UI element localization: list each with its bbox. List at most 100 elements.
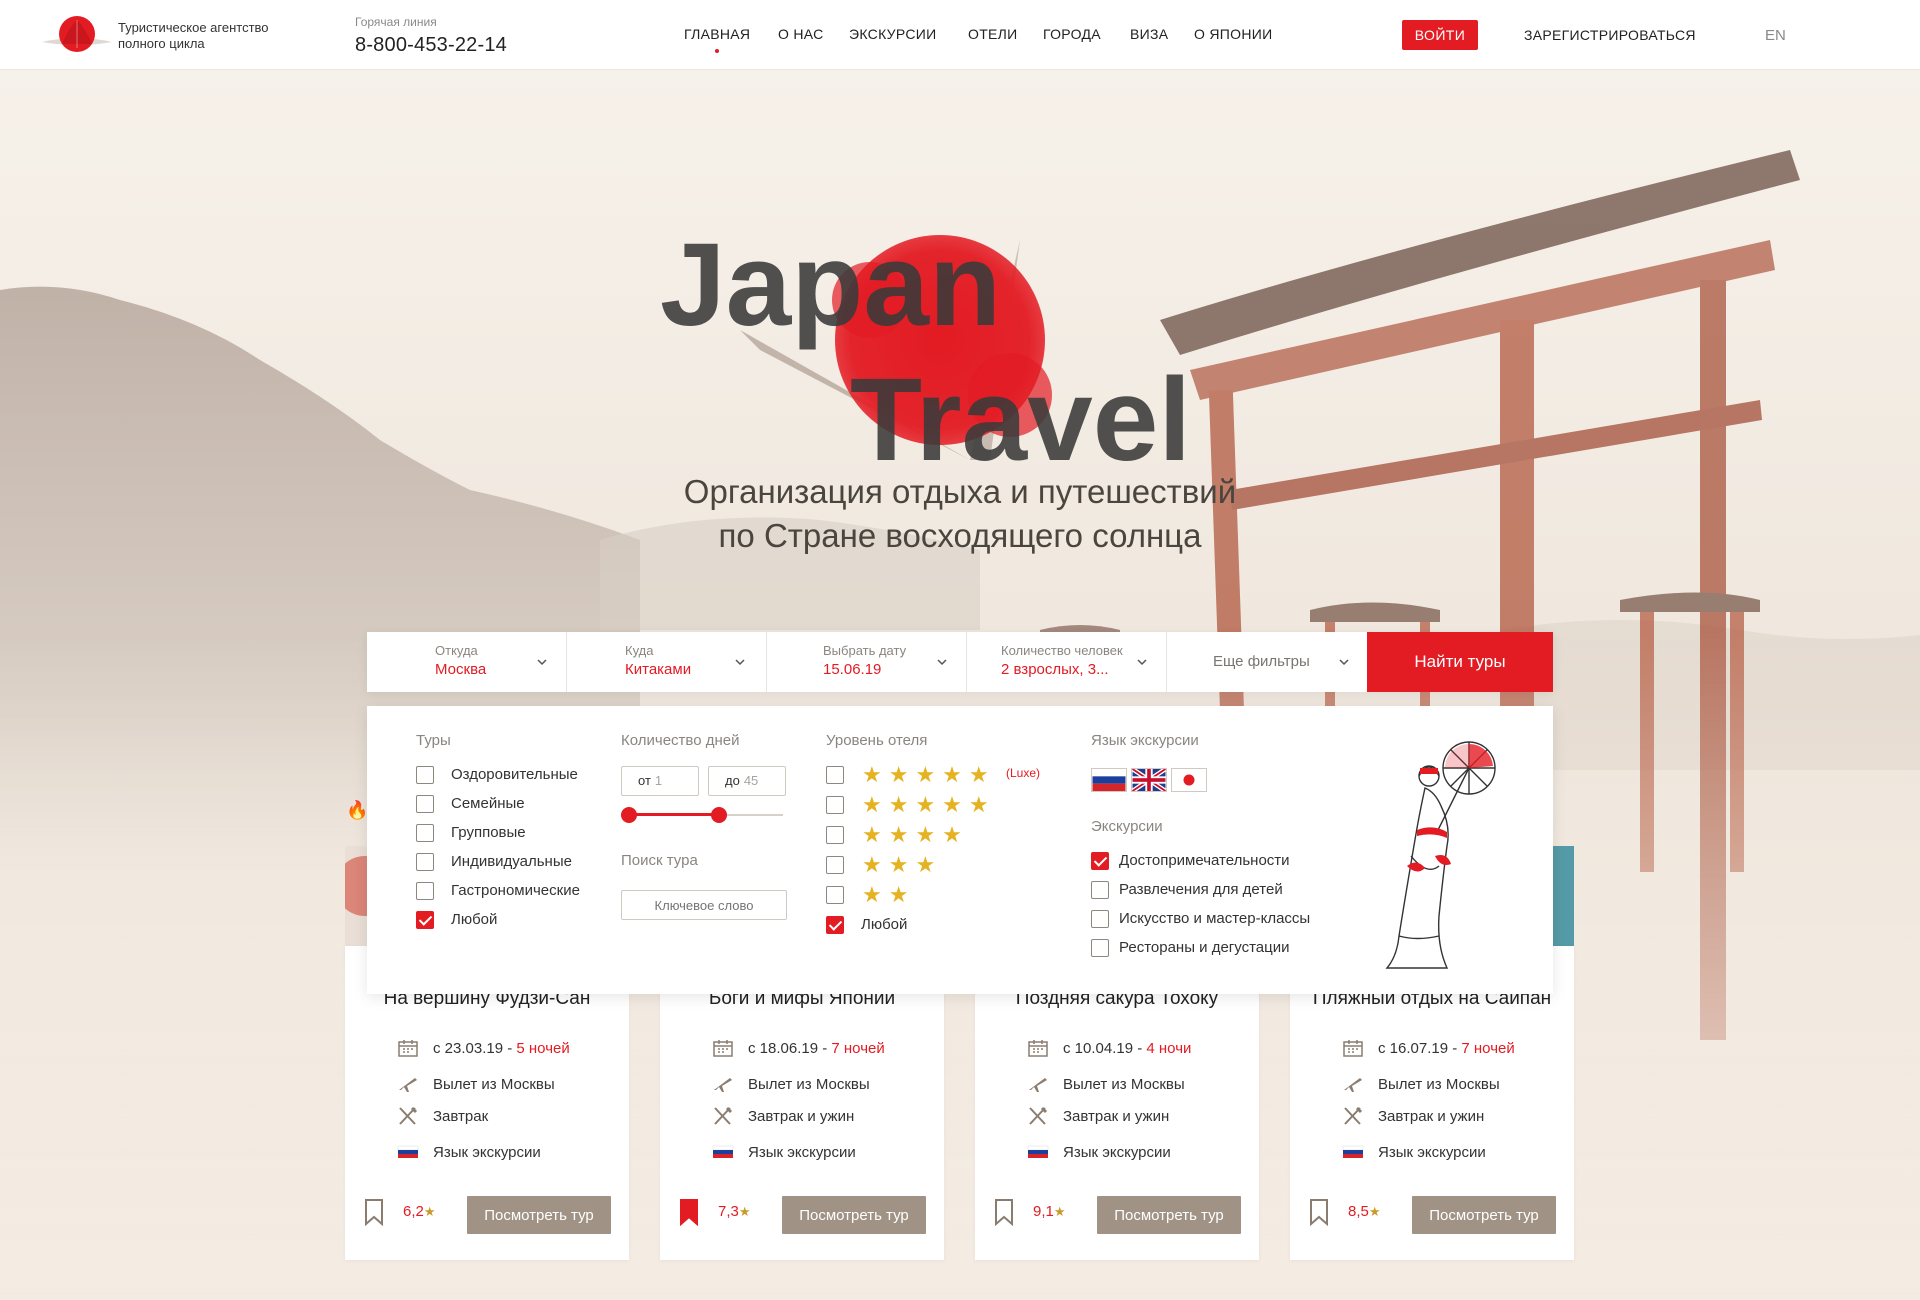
meal-text: Завтрак и ужин: [748, 1108, 855, 1125]
checkbox[interactable]: [416, 824, 434, 842]
days-to-value: 45: [743, 773, 759, 788]
bookmark-filled-icon[interactable]: [678, 1198, 700, 1226]
view-tour-button[interactable]: Посмотреть тур: [467, 1196, 611, 1234]
nav-about-japan[interactable]: О ЯПОНИИ: [1194, 26, 1272, 42]
people-value: 2 взрослых, 3...: [1001, 661, 1109, 678]
to-label: Куда: [625, 643, 654, 658]
russia-flag-icon: [1342, 1145, 1364, 1158]
keyword-input[interactable]: [621, 890, 787, 920]
tour-date: с 23.03.19 -: [433, 1040, 517, 1057]
date-field[interactable]: Выбрать дату 15.06.19: [767, 632, 967, 692]
nav-hotels[interactable]: ОТЕЛИ: [968, 26, 1018, 42]
svg-text:Japan: Japan: [660, 219, 1001, 351]
checkbox-label: Рестораны и дегустации: [1119, 939, 1290, 956]
tour-rating: 8,5★: [1348, 1203, 1381, 1220]
hero-subtitle: Организация отдыха и путешествий по Стра…: [560, 470, 1360, 558]
star-icon: ★: [1368, 1204, 1381, 1219]
view-tour-button[interactable]: Посмотреть тур: [1097, 1196, 1241, 1234]
checkbox[interactable]: [416, 882, 434, 900]
days-slider-max-handle[interactable]: [711, 807, 727, 823]
checkbox[interactable]: [826, 766, 844, 784]
date-value: 15.06.19: [823, 661, 882, 678]
checkbox[interactable]: [826, 886, 844, 904]
rating-value: 7,3: [718, 1203, 739, 1220]
from-field[interactable]: Откуда Москва: [367, 632, 567, 692]
checkbox-label: Групповые: [451, 824, 526, 841]
uk-flag-icon[interactable]: [1131, 768, 1167, 792]
airplane-icon: [399, 1078, 417, 1092]
from-label: Откуда: [435, 643, 478, 658]
rating-value: 8,5: [1348, 1203, 1369, 1220]
register-link[interactable]: ЗАРЕГИСТРИРОВАТЬСЯ: [1524, 27, 1696, 43]
russia-flag-icon[interactable]: [1091, 768, 1127, 792]
checkbox-checked[interactable]: [1091, 852, 1109, 870]
from-value: Москва: [435, 661, 487, 678]
checkbox[interactable]: [1091, 910, 1109, 928]
geisha-illustration: [1385, 741, 1496, 969]
days-title: Количество дней: [621, 732, 740, 749]
to-field[interactable]: Куда Китаками: [567, 632, 767, 692]
nav-visa[interactable]: ВИЗА: [1130, 26, 1168, 42]
tour-date: с 16.07.19 -: [1378, 1040, 1462, 1057]
language-text: Язык экскурсии: [1378, 1144, 1486, 1161]
bookmark-icon[interactable]: [993, 1198, 1015, 1226]
checkbox[interactable]: [416, 853, 434, 871]
bookmark-icon[interactable]: [363, 1198, 385, 1226]
checkbox-label: Любой: [451, 911, 498, 928]
chevron-down-icon: [937, 659, 947, 666]
bookmark-icon[interactable]: [1308, 1198, 1330, 1226]
checkbox[interactable]: [826, 826, 844, 844]
days-from-input[interactable]: от 1: [621, 766, 699, 796]
people-field[interactable]: Количество человек 2 взрослых, 3...: [967, 632, 1167, 692]
language-text: Язык экскурсии: [433, 1144, 541, 1161]
login-button[interactable]: ВОЙТИ: [1402, 20, 1478, 50]
nav-about[interactable]: О НАС: [778, 26, 824, 42]
nav-excursions[interactable]: ЭКСКУРСИИ: [849, 26, 937, 42]
hero-subtitle-line1: Организация отдыха и путешествий: [683, 473, 1237, 510]
meal-text: Завтрак и ужин: [1378, 1108, 1485, 1125]
days-to-input[interactable]: до 45: [708, 766, 786, 796]
calendar-icon: [1343, 1040, 1363, 1057]
tour-rating: 7,3★: [718, 1203, 751, 1220]
checkbox-label: Любой: [861, 916, 908, 933]
tour-search-bar: Откуда Москва Куда Китаками Выбрать дату…: [367, 632, 1553, 692]
checkbox[interactable]: [826, 856, 844, 874]
four-star-rating-icon: ★★★★: [862, 822, 969, 847]
checkbox-label: Гастрономические: [451, 882, 580, 899]
hero-subtitle-line2: по Стране восходящего солнца: [718, 517, 1202, 554]
days-slider-min-handle[interactable]: [621, 807, 637, 823]
calendar-icon: [1028, 1040, 1048, 1057]
checkbox[interactable]: [1091, 881, 1109, 899]
nav-cities[interactable]: ГОРОДА: [1043, 26, 1101, 42]
checkbox[interactable]: [416, 795, 434, 813]
five-star-rating-icon: ★★★★★: [862, 762, 996, 787]
checkbox[interactable]: [1091, 939, 1109, 957]
airplane-icon: [1344, 1078, 1362, 1092]
tour-date: с 18.06.19 -: [748, 1040, 832, 1057]
checkbox-label: Достопримечательности: [1119, 852, 1290, 869]
tours-title: Туры: [416, 732, 451, 749]
view-tour-button[interactable]: Посмотреть тур: [1412, 1196, 1556, 1234]
days-slider-fill: [629, 813, 719, 816]
view-tour-button[interactable]: Посмотреть тур: [782, 1196, 926, 1234]
hotel-level-title: Уровень отеля: [826, 732, 928, 749]
nav-home[interactable]: ГЛАВНАЯ: [684, 26, 750, 53]
find-tours-button[interactable]: Найти туры: [1367, 632, 1553, 692]
checkbox-checked[interactable]: [826, 916, 844, 934]
japan-flag-icon[interactable]: [1171, 768, 1207, 792]
two-star-rating-icon: ★★: [862, 882, 916, 907]
checkbox-checked[interactable]: [416, 911, 434, 929]
airplane-icon: [1029, 1078, 1047, 1092]
svg-text:Travel: Travel: [850, 354, 1191, 486]
luxe-label: (Luxe): [1006, 766, 1041, 780]
fork-knife-icon: [714, 1106, 733, 1125]
tour-rating: 9,1★: [1033, 1203, 1066, 1220]
meal-text: Завтрак: [433, 1108, 489, 1125]
tour-nights: 7 ночей: [1461, 1040, 1515, 1057]
checkbox[interactable]: [826, 796, 844, 814]
more-filters-toggle[interactable]: Еще фильтры: [1167, 632, 1367, 692]
language-switch[interactable]: EN: [1765, 27, 1786, 44]
fire-icon: 🔥: [346, 800, 369, 820]
language-text: Язык экскурсии: [748, 1144, 856, 1161]
checkbox[interactable]: [416, 766, 434, 784]
